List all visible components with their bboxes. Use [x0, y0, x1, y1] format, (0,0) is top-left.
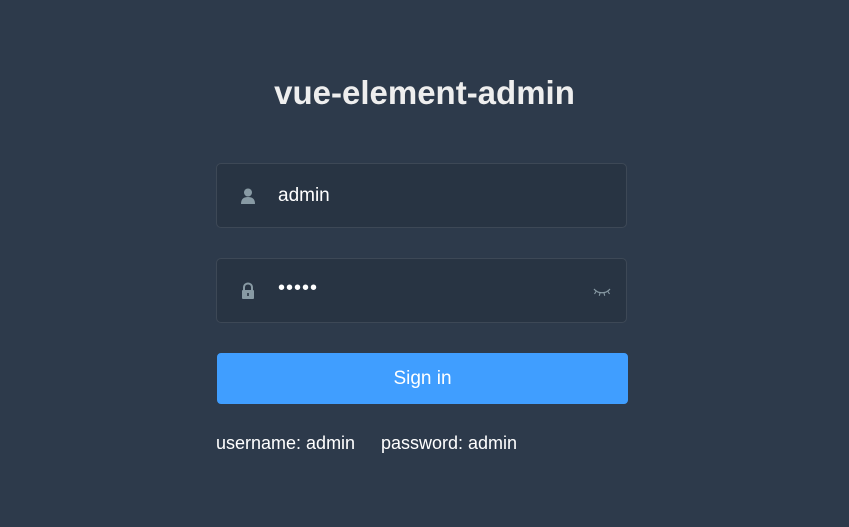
- eye-closed-icon[interactable]: [592, 285, 612, 299]
- password-input[interactable]: •••••: [278, 257, 318, 320]
- password-tip: password: admin: [381, 433, 518, 453]
- credentials-tips: username: admin password: admin: [216, 432, 517, 454]
- password-field[interactable]: •••••: [216, 258, 627, 323]
- page-title: vue-element-admin: [274, 74, 575, 111]
- sign-in-button[interactable]: Sign in: [217, 353, 628, 404]
- username-field[interactable]: admin: [216, 163, 627, 228]
- username-tip: username: admin: [216, 433, 356, 453]
- user-icon: [239, 187, 257, 205]
- username-input[interactable]: admin: [278, 164, 330, 227]
- lock-icon: [239, 282, 257, 300]
